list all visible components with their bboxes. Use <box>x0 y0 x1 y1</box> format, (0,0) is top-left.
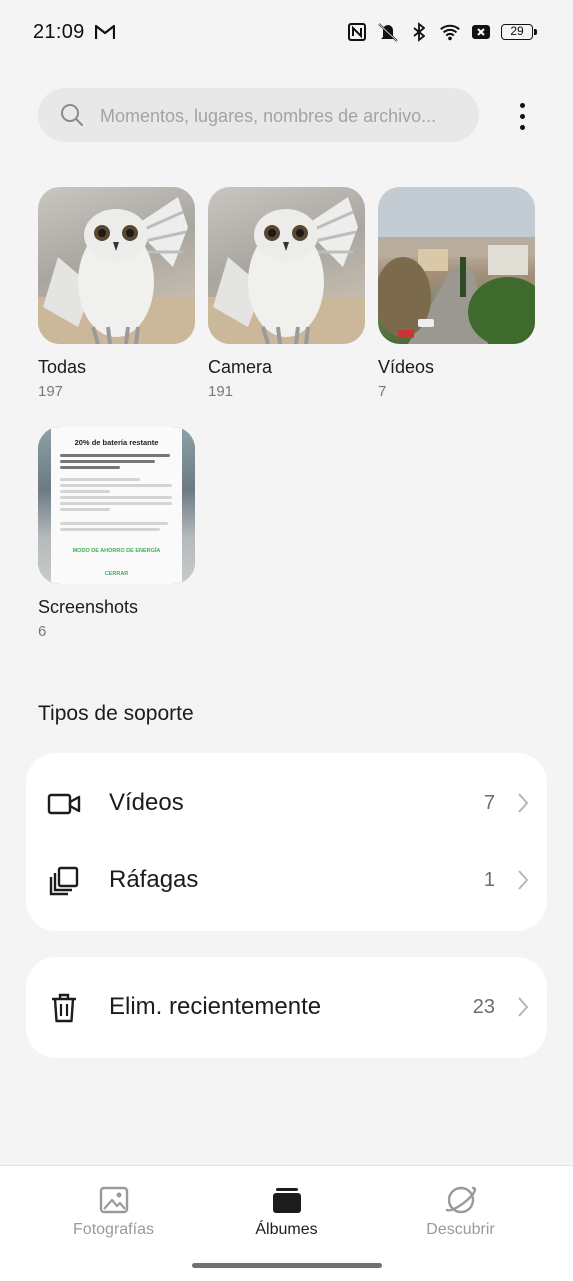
dot-icon <box>519 124 525 130</box>
nav-label: Descubrir <box>426 1221 495 1238</box>
row-bursts[interactable]: Ráfagas 1 <box>26 842 547 920</box>
album-videos[interactable]: Vídeos 7 <box>378 187 535 400</box>
preview-line <box>60 484 172 487</box>
album-name: Todas <box>38 357 87 377</box>
album-count: 7 <box>378 383 387 400</box>
row-recently-deleted[interactable]: Elim. recientemente 23 <box>26 969 547 1047</box>
album-camera[interactable]: Camera 191 <box>208 187 365 400</box>
thumbnail-edge <box>182 427 195 584</box>
media-types-card: Vídeos 7 Ráfagas 1 <box>26 753 547 931</box>
search-bar[interactable] <box>38 88 479 144</box>
album-thumbnail[interactable]: 20% de batería restante MODO DE AHORRO D… <box>38 427 195 584</box>
preview-line <box>60 508 110 511</box>
bluetooth-icon <box>408 21 430 43</box>
vibrate-off-icon <box>377 21 399 43</box>
album-count: 191 <box>208 383 234 400</box>
recently-deleted-card: Elim. recientemente 23 <box>26 957 547 1058</box>
row-label: Elim. recientemente <box>109 993 322 1020</box>
album-thumbnail[interactable] <box>38 187 195 344</box>
home-indicator[interactable] <box>192 1263 382 1268</box>
nav-item-photos[interactable]: Fotografías <box>18 1166 209 1256</box>
preview-line <box>60 490 110 493</box>
row-label: Vídeos <box>109 789 184 816</box>
album-count: 6 <box>38 623 47 640</box>
preview-line <box>60 502 172 505</box>
row-count: 1 <box>483 869 495 891</box>
row-count: 23 <box>472 996 495 1018</box>
nav-label: Fotografías <box>73 1221 154 1238</box>
nfc-icon <box>346 21 368 43</box>
trash-icon <box>46 992 82 1024</box>
album-screenshots[interactable]: 20% de batería restante MODO DE AHORRO D… <box>38 427 195 640</box>
nav-item-discover[interactable]: Descubrir <box>365 1166 556 1256</box>
landscape-photo <box>378 187 535 344</box>
album-thumbnail[interactable] <box>378 187 535 344</box>
battery-icon: 29 <box>501 24 537 40</box>
row-videos[interactable]: Vídeos 7 <box>26 765 547 843</box>
preview-line <box>60 528 160 531</box>
owl-photo <box>38 197 195 344</box>
preview-line <box>60 478 140 481</box>
search-input[interactable] <box>98 88 472 144</box>
preview-title: 20% de batería restante <box>74 438 159 447</box>
more-options-button[interactable] <box>506 98 538 134</box>
preview-button: MODO DE AHORRO DE ENERGÍA <box>72 548 161 554</box>
status-icons: 29 <box>346 20 537 44</box>
chevron-right-icon <box>518 997 529 1017</box>
nav-item-albums[interactable]: Álbumes <box>191 1166 382 1256</box>
status-time: 21:09 <box>33 21 85 43</box>
album-name: Screenshots <box>38 597 139 617</box>
row-count: 7 <box>483 792 495 814</box>
preview-line <box>60 460 155 463</box>
album-thumbnail[interactable] <box>208 187 365 344</box>
gmail-icon <box>95 24 115 39</box>
sim-x-icon <box>470 21 492 43</box>
chevron-right-icon <box>518 793 529 813</box>
wifi-icon <box>439 21 461 43</box>
preview-button: CERRAR <box>104 571 129 577</box>
album-name: Vídeos <box>378 357 435 377</box>
section-title: Tipos de soporte <box>38 702 194 725</box>
status-bar: 21:09 29 <box>0 0 573 64</box>
preview-line <box>60 466 120 469</box>
album-name: Camera <box>208 357 273 377</box>
owl-photo <box>208 197 365 344</box>
dot-icon <box>519 113 525 119</box>
chevron-right-icon <box>518 870 529 890</box>
search-icon <box>61 104 83 126</box>
dot-icon <box>519 102 525 108</box>
screenshot-preview: 20% de batería restante MODO DE AHORRO D… <box>51 427 182 584</box>
preview-line <box>60 522 168 525</box>
album-todas[interactable]: Todas 197 <box>38 187 195 400</box>
albums-icon <box>273 1188 301 1213</box>
nav-label: Álbumes <box>255 1221 318 1238</box>
preview-line <box>60 454 170 457</box>
preview-line <box>60 496 172 499</box>
planet-icon <box>445 1186 477 1214</box>
album-count: 197 <box>38 383 64 400</box>
burst-icon <box>46 865 82 897</box>
video-camera-icon <box>46 788 82 820</box>
thumbnail-edge <box>38 427 51 584</box>
photo-icon <box>99 1186 129 1214</box>
row-label: Ráfagas <box>109 866 199 893</box>
